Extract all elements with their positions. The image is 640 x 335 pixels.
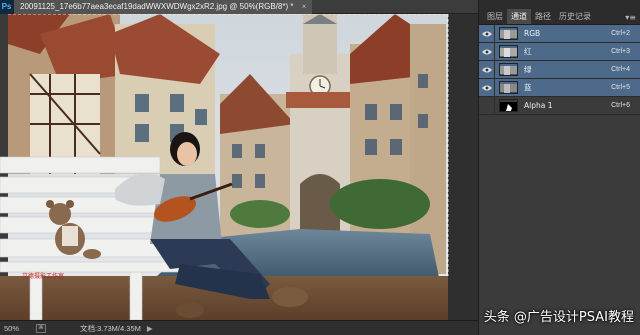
visibility-eye-icon[interactable] [479,60,495,79]
canvas-area[interactable]: 艾德摄影工作室 [0,14,478,320]
channel-thumbnail [499,81,518,94]
channel-row-blue[interactable]: 蓝 Ctrl+5 [479,78,640,97]
document-size-info: 文档:3.73M/4.35M [80,323,141,333]
panel-menu-icon[interactable]: ▾≡ [625,13,636,22]
tab-history[interactable]: 历史记录 [555,9,595,24]
visibility-eye-icon[interactable] [479,24,495,43]
photoshop-logo: Ps [0,0,14,14]
channel-thumbnail [499,99,518,112]
document-tab[interactable]: 20091125_17e6b77aea3ecaf19dadWWXWDWgx2xR… [14,0,313,14]
channel-shortcut: Ctrl+6 [611,102,630,109]
watermark-text: 头条 @广告设计PSAI教程 [483,310,634,325]
tab-paths[interactable]: 路径 [531,9,555,24]
channel-row-red[interactable]: 红 Ctrl+3 [479,42,640,61]
canvas-image: 艾德摄影工作室 [0,14,478,320]
panel-tabs: 图层 通道 路径 历史记录 [479,0,640,25]
channels-panel: 图层 通道 路径 历史记录 ▾≡ RGB Ctrl+2 红 Ctrl+3 绿 C… [478,0,640,335]
document-tab-bar: Ps 20091125_17e6b77aea3ecaf19dadWWXWDWgx… [0,0,478,14]
channel-thumbnail [499,27,518,40]
document-tab-title: 20091125_17e6b77aea3ecaf19dadWWXWDWgx2xR… [20,1,294,11]
channel-shortcut: Ctrl+5 [611,84,630,91]
channel-shortcut: Ctrl+3 [611,48,630,55]
channel-thumbnail [499,63,518,76]
zoom-level[interactable]: 50% [0,324,30,333]
channel-name: 蓝 [524,83,532,92]
channel-name: 绿 [524,65,532,74]
channel-thumbnail [499,45,518,58]
channel-name: 红 [524,47,532,56]
bench-logo-text: 艾德摄影工作室 [22,272,64,280]
visibility-eye-icon[interactable] [479,42,495,61]
status-export-icon[interactable]: ⌘ [36,323,46,333]
channel-shortcut: Ctrl+4 [611,66,630,73]
visibility-empty-box[interactable] [479,96,495,115]
panel-empty-area [479,116,640,335]
visibility-eye-icon[interactable] [479,78,495,97]
channel-row-alpha-1[interactable]: Alpha 1 Ctrl+6 [479,96,640,115]
channel-name: Alpha 1 [524,101,553,110]
channel-name: RGB [524,29,541,38]
tab-channels[interactable]: 通道 [507,9,531,24]
status-bar: 50% ⌘ 文档:3.73M/4.35M ▶ [0,320,478,335]
channel-shortcut: Ctrl+2 [611,30,630,37]
tab-layers[interactable]: 图层 [483,9,507,24]
close-icon[interactable]: × [302,2,307,11]
channel-row-green[interactable]: 绿 Ctrl+4 [479,60,640,79]
channel-row-rgb[interactable]: RGB Ctrl+2 [479,24,640,43]
channel-list: RGB Ctrl+2 红 Ctrl+3 绿 Ctrl+4 蓝 Ctrl+5 Al… [479,24,640,115]
status-menu-arrow-icon[interactable]: ▶ [147,324,153,333]
